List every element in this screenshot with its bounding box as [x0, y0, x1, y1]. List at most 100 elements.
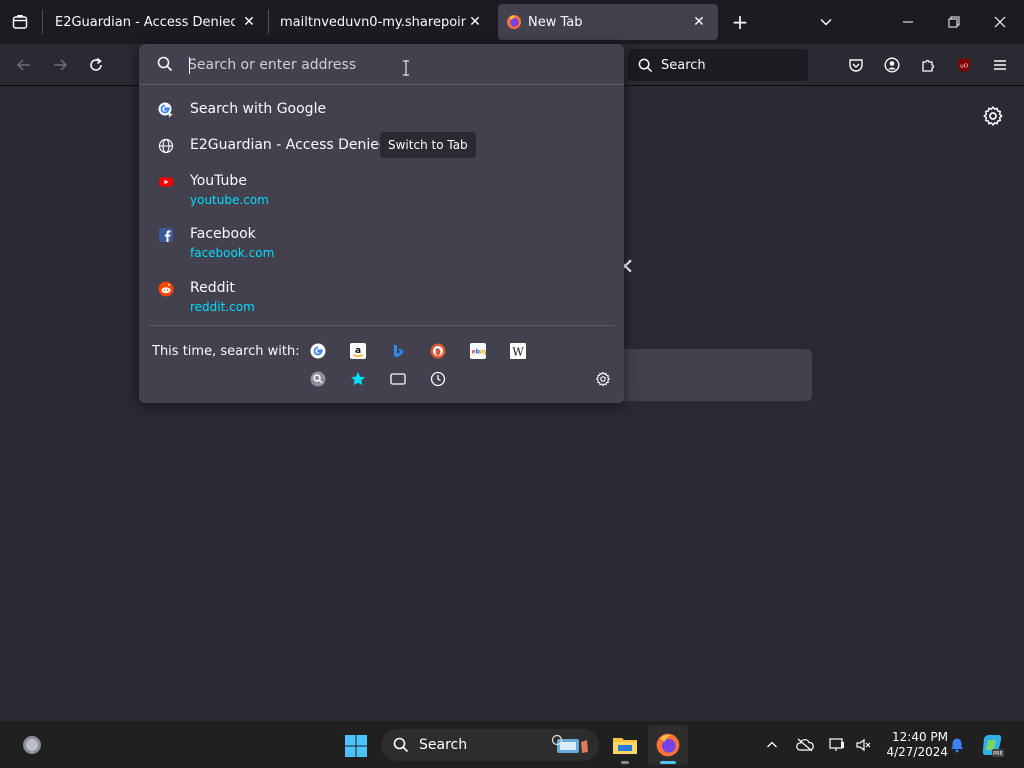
result-title: YouTube: [190, 173, 247, 189]
engine-amazon-button[interactable]: a: [348, 341, 368, 361]
monitor-icon: [829, 738, 844, 751]
arrow-left-icon: [16, 59, 30, 71]
clock-time: 12:40 PM: [892, 730, 948, 744]
engine-bing-button[interactable]: [388, 341, 408, 361]
volume-button[interactable]: [852, 735, 874, 755]
gear-icon: [983, 105, 1003, 127]
search-highlight-icon: [551, 734, 588, 753]
restore-button[interactable]: [942, 10, 966, 34]
svg-text:W: W: [512, 346, 524, 359]
pocket-button[interactable]: [841, 50, 871, 80]
chevron-down-icon: [820, 18, 832, 26]
windows-logo-icon: [345, 735, 367, 757]
new-tab-search-box[interactable]: [600, 349, 812, 401]
tab-strip: E2Guardian - Access Denied ✕ mailtnveduv…: [0, 0, 1024, 44]
search-bar[interactable]: Search: [628, 49, 808, 81]
facebook-icon: [157, 226, 175, 244]
copilot-button[interactable]: PRE: [978, 731, 1006, 759]
close-window-button[interactable]: [988, 10, 1012, 34]
svg-text:a: a: [355, 346, 361, 356]
text-cursor-icon: [403, 60, 409, 76]
show-hidden-icons-button[interactable]: [762, 735, 782, 755]
display-button[interactable]: [826, 735, 848, 755]
pocket-icon: [849, 59, 863, 72]
svg-text:ebay: ebay: [472, 349, 487, 356]
history-icon: [430, 371, 446, 387]
bookmarks-button[interactable]: [348, 369, 368, 389]
svg-text:uO: uO: [960, 64, 968, 70]
result-reddit[interactable]: Reddit reddit.com: [149, 273, 615, 317]
result-title: Facebook: [190, 226, 256, 242]
taskbar-search-box[interactable]: Search: [381, 729, 599, 761]
close-icon: [994, 16, 1006, 28]
ublock-button[interactable]: uO: [949, 50, 979, 80]
close-tab-icon[interactable]: ✕: [690, 13, 708, 31]
notifications-button[interactable]: [946, 735, 968, 755]
result-url: youtube.com: [190, 193, 269, 207]
tab-separator: [268, 10, 269, 34]
search-engine-icon: [310, 371, 326, 387]
text-caret: [189, 57, 190, 74]
search-icon: [157, 56, 173, 72]
back-button[interactable]: [9, 50, 39, 80]
taskbar-search-label: Search: [419, 737, 468, 753]
ublock-origin-icon: uO: [958, 58, 970, 72]
search-bar-label: Search: [661, 57, 706, 73]
firefox-icon: [506, 14, 522, 30]
copilot-icon: PRE: [982, 734, 1004, 757]
engine-search-button[interactable]: [308, 369, 328, 389]
engine-duckduckgo-button[interactable]: [428, 341, 448, 361]
urlbar-input-row: [139, 44, 624, 85]
result-switch-to-tab[interactable]: E2Guardian - Access Denied Switch to Tab: [149, 130, 615, 158]
minimize-button[interactable]: [896, 10, 920, 34]
result-youtube[interactable]: YouTube youtube.com: [149, 166, 615, 210]
start-button[interactable]: [343, 733, 369, 759]
file-explorer-button[interactable]: [609, 727, 641, 763]
clock[interactable]: 12:40 PM 4/27/2024: [880, 730, 948, 760]
google-icon: [310, 343, 326, 359]
running-indicator: [621, 761, 629, 764]
tabs-button[interactable]: [388, 369, 408, 389]
google-icon: [157, 101, 175, 119]
account-button[interactable]: [877, 50, 907, 80]
customize-new-tab-button[interactable]: [982, 105, 1004, 127]
engine-google-button[interactable]: [308, 341, 328, 361]
list-all-tabs-button[interactable]: [814, 10, 838, 34]
widgets-button[interactable]: [20, 733, 44, 757]
engine-ebay-button[interactable]: ebay: [468, 341, 488, 361]
new-tab-button[interactable]: +: [728, 10, 752, 34]
history-button[interactable]: [428, 369, 448, 389]
app-menu-button[interactable]: [985, 50, 1015, 80]
tab-new-tab[interactable]: New Tab ✕: [498, 4, 718, 40]
tab-e2guardian[interactable]: E2Guardian - Access Denied ✕: [44, 4, 268, 40]
address-bar-input[interactable]: [188, 52, 608, 78]
firefox-taskbar-button[interactable]: [648, 725, 688, 765]
close-tab-icon[interactable]: ✕: [240, 13, 258, 31]
arrow-right-icon: [54, 59, 68, 71]
folder-icon: [613, 738, 637, 754]
result-facebook[interactable]: Facebook facebook.com: [149, 219, 615, 263]
bing-icon: [394, 344, 403, 358]
result-search-with-google[interactable]: Search with Google: [149, 94, 615, 122]
urlbar-popup: Search with Google E2Guardian - Access D…: [139, 44, 624, 403]
firefox-view-button[interactable]: [8, 10, 32, 34]
tab-sharepoint[interactable]: mailtnveduvn0-my.sharepoint.com ✕: [270, 4, 494, 40]
puzzle-icon: [922, 59, 935, 72]
extensions-button[interactable]: [913, 50, 943, 80]
search-settings-button[interactable]: [593, 369, 613, 389]
plus-icon: +: [731, 10, 749, 34]
reload-icon: [90, 57, 102, 71]
tab-title: mailtnveduvn0-my.sharepoint.com: [280, 14, 466, 30]
switch-to-tab-badge: Switch to Tab: [380, 132, 476, 158]
reload-button[interactable]: [81, 50, 111, 80]
forward-button[interactable]: [45, 50, 75, 80]
reddit-icon: [157, 280, 175, 298]
search-icon: [393, 737, 409, 753]
close-tab-icon[interactable]: ✕: [466, 13, 484, 31]
ebay-icon: ebay: [470, 343, 486, 359]
divider: [149, 325, 615, 326]
engine-wikipedia-button[interactable]: W: [508, 341, 528, 361]
amazon-icon: a: [350, 343, 366, 359]
onedrive-button[interactable]: [794, 735, 816, 755]
result-title: Reddit: [190, 280, 235, 296]
